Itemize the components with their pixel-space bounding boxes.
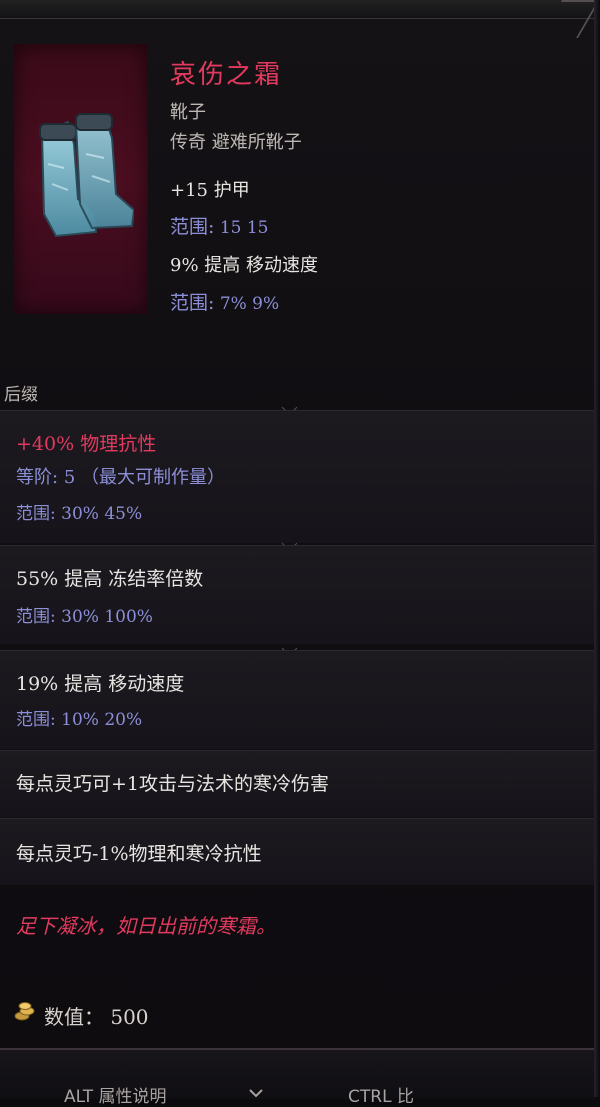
affix-row[interactable]: +40% 物理抗性 等阶: 5 （最大可制作量） 范围: 30% 45%	[0, 410, 596, 543]
implicit-stat: 9% 提高 移动速度	[170, 255, 318, 276]
affix-tier: 等阶: 5 （最大可制作量）	[16, 467, 225, 488]
flavor-text: 足下凝冰，如日出前的寒霜。	[16, 914, 276, 938]
implicit-range: 范围: 7% 9%	[170, 292, 280, 314]
ctrl-hint: CTRL 比	[348, 1087, 414, 1107]
tooltip-right-edge	[594, 0, 600, 1097]
affix-row[interactable]: 19% 提高 移动速度 范围: 10% 20%	[0, 650, 596, 749]
implicit-range: 范围: 15 15	[170, 216, 269, 238]
affix-text: 55% 提高 冻结率倍数	[16, 568, 204, 590]
affix-row[interactable]: 每点灵巧-1%物理和寒冷抗性	[0, 818, 596, 885]
suffix-section-label: 后缀	[4, 385, 38, 405]
affix-range: 范围: 30% 100%	[16, 607, 153, 627]
affix-range: 范围: 10% 20%	[16, 710, 143, 730]
hint-bar: ALT 属性说明 CTRL 比	[0, 1048, 596, 1107]
affix-text: 每点灵巧可+1攻击与法术的寒冷伤害	[16, 773, 330, 795]
alt-hint: ALT 属性说明	[64, 1087, 167, 1107]
item-type: 靴子	[170, 102, 206, 123]
item-name: 哀伤之霜	[170, 60, 283, 90]
affix-row[interactable]: 每点灵巧可+1攻击与法术的寒冷伤害	[0, 750, 596, 817]
affix-text: 每点灵巧-1%物理和寒冷抗性	[16, 843, 262, 865]
item-tooltip: 哀伤之霜 靴子 传奇 避难所靴子 +15 护甲 范围: 15 15 9% 提高 …	[0, 0, 600, 1107]
item-portrait	[14, 44, 148, 314]
item-header: 哀伤之霜 靴子 传奇 避难所靴子 +15 护甲 范围: 15 15 9% 提高 …	[0, 18, 600, 378]
implicit-stat: +15 护甲	[170, 180, 250, 201]
item-value: 数值： 500	[44, 1005, 149, 1029]
item-rarity: 传奇 避难所靴子	[170, 132, 302, 153]
affix-text: +40% 物理抗性	[16, 433, 157, 455]
boots-icon	[39, 112, 134, 238]
tooltip-top-frame	[0, 0, 600, 19]
affix-row[interactable]: 55% 提高 冻结率倍数 范围: 30% 100%	[0, 545, 596, 644]
gold-coin-icon	[14, 1002, 35, 1021]
affix-range: 范围: 30% 45%	[16, 504, 143, 524]
item-value-row: 数值： 500	[0, 985, 600, 1045]
affix-text: 19% 提高 移动速度	[16, 673, 185, 695]
